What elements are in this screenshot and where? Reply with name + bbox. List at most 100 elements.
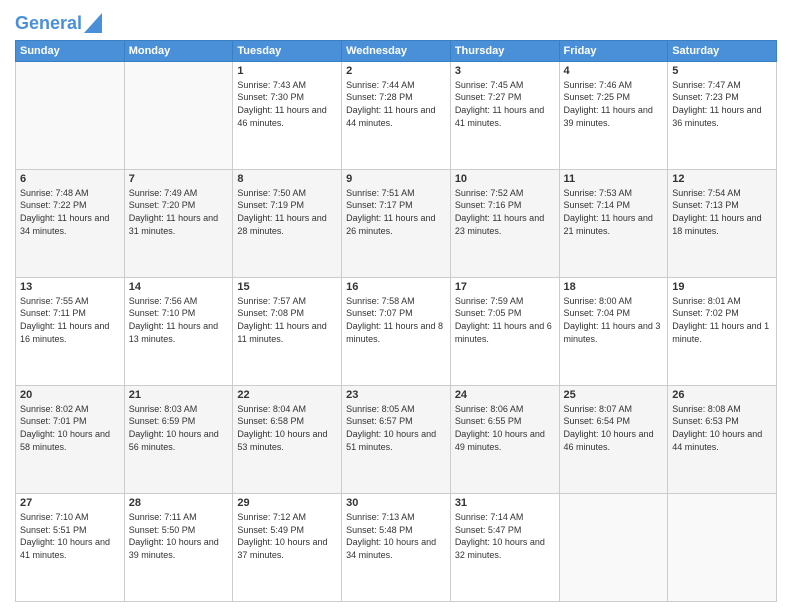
calendar-week-row: 27 Sunrise: 7:10 AMSunset: 5:51 PMDayligh… — [16, 493, 777, 601]
day-info: Sunrise: 7:45 AMSunset: 7:27 PMDaylight:… — [455, 79, 555, 129]
calendar-cell: 20Sunrise: 8:02 AMSunset: 7:01 PMDayligh… — [16, 385, 125, 493]
day-number: 11 — [564, 173, 664, 185]
day-number: 16 — [346, 281, 446, 293]
day-number: 5 — [672, 65, 772, 77]
day-number: 26 — [672, 389, 772, 401]
day-number: 22 — [237, 389, 337, 401]
day-info: Sunrise: 7:52 AMSunset: 7:16 PMDaylight:… — [455, 187, 555, 237]
calendar-cell: 2 Sunrise: 7:44 AMSunset: 7:28 PMDaylight… — [342, 61, 451, 169]
day-number: 28 — [129, 497, 229, 509]
calendar-cell — [16, 61, 125, 169]
day-of-week-header: Sunday — [16, 40, 125, 61]
day-number: 1 — [237, 65, 337, 77]
calendar-week-row: 13 Sunrise: 7:55 AMSunset: 7:11 PMDayligh… — [16, 277, 777, 385]
logo-triangle-icon — [84, 13, 102, 33]
day-info: Sunrise: 7:43 AMSunset: 7:30 PMDaylight:… — [237, 79, 337, 129]
calendar-cell: 5 Sunrise: 7:47 AMSunset: 7:23 PMDaylight… — [668, 61, 777, 169]
day-info: Sunrise: 8:08 AMSunset: 6:53 PMDaylight:… — [672, 403, 772, 453]
calendar-cell: 7Sunrise: 7:49 AMSunset: 7:20 PMDaylight… — [124, 169, 233, 277]
day-of-week-header: Thursday — [450, 40, 559, 61]
calendar-cell: 30 Sunrise: 7:13 AMSunset: 5:48 PMDayligh… — [342, 493, 451, 601]
day-number: 31 — [455, 497, 555, 509]
calendar-cell: 25Sunrise: 8:07 AMSunset: 6:54 PMDayligh… — [559, 385, 668, 493]
day-info: Sunrise: 7:11 AMSunset: 5:50 PMDaylight:… — [129, 511, 229, 561]
day-number: 10 — [455, 173, 555, 185]
day-number: 17 — [455, 281, 555, 293]
day-number: 13 — [20, 281, 120, 293]
day-number: 23 — [346, 389, 446, 401]
day-info: Sunrise: 7:56 AMSunset: 7:10 PMDaylight:… — [129, 295, 229, 345]
calendar-week-row: 20Sunrise: 8:02 AMSunset: 7:01 PMDayligh… — [16, 385, 777, 493]
calendar-cell: 6 Sunrise: 7:48 AMSunset: 7:22 PMDaylight… — [16, 169, 125, 277]
calendar-week-row: 6 Sunrise: 7:48 AMSunset: 7:22 PMDaylight… — [16, 169, 777, 277]
day-info: Sunrise: 7:57 AMSunset: 7:08 PMDaylight:… — [237, 295, 337, 345]
calendar-cell: 8 Sunrise: 7:50 AMSunset: 7:19 PMDaylight… — [233, 169, 342, 277]
calendar-cell: 28 Sunrise: 7:11 AMSunset: 5:50 PMDayligh… — [124, 493, 233, 601]
day-number: 2 — [346, 65, 446, 77]
calendar-cell: 31 Sunrise: 7:14 AMSunset: 5:47 PMDayligh… — [450, 493, 559, 601]
calendar-cell: 4Sunrise: 7:46 AMSunset: 7:25 PMDaylight… — [559, 61, 668, 169]
day-number: 21 — [129, 389, 229, 401]
calendar-cell: 24Sunrise: 8:06 AMSunset: 6:55 PMDayligh… — [450, 385, 559, 493]
day-info: Sunrise: 8:00 AMSunset: 7:04 PMDaylight:… — [564, 295, 664, 345]
calendar-cell: 3 Sunrise: 7:45 AMSunset: 7:27 PMDaylight… — [450, 61, 559, 169]
day-info: Sunrise: 8:04 AMSunset: 6:58 PMDaylight:… — [237, 403, 337, 453]
day-info: Sunrise: 7:44 AMSunset: 7:28 PMDaylight:… — [346, 79, 446, 129]
calendar-cell: 26 Sunrise: 8:08 AMSunset: 6:53 PMDayligh… — [668, 385, 777, 493]
day-info: Sunrise: 7:47 AMSunset: 7:23 PMDaylight:… — [672, 79, 772, 129]
day-number: 30 — [346, 497, 446, 509]
day-number: 20 — [20, 389, 120, 401]
calendar-cell: 27 Sunrise: 7:10 AMSunset: 5:51 PMDayligh… — [16, 493, 125, 601]
logo-text: General — [15, 14, 82, 34]
day-number: 9 — [346, 173, 446, 185]
day-info: Sunrise: 7:51 AMSunset: 7:17 PMDaylight:… — [346, 187, 446, 237]
calendar-cell: 16 Sunrise: 7:58 AMSunset: 7:07 PMDayligh… — [342, 277, 451, 385]
calendar-cell: 21Sunrise: 8:03 AMSunset: 6:59 PMDayligh… — [124, 385, 233, 493]
day-of-week-header: Wednesday — [342, 40, 451, 61]
calendar-cell: 12Sunrise: 7:54 AMSunset: 7:13 PMDayligh… — [668, 169, 777, 277]
calendar-cell: 10 Sunrise: 7:52 AMSunset: 7:16 PMDayligh… — [450, 169, 559, 277]
day-info: Sunrise: 7:55 AMSunset: 7:11 PMDaylight:… — [20, 295, 120, 345]
day-number: 8 — [237, 173, 337, 185]
calendar-table: SundayMondayTuesdayWednesdayThursdayFrid… — [15, 40, 777, 602]
day-info: Sunrise: 7:58 AMSunset: 7:07 PMDaylight:… — [346, 295, 446, 345]
logo: General — [15, 14, 102, 34]
day-number: 27 — [20, 497, 120, 509]
day-number: 19 — [672, 281, 772, 293]
calendar-cell: 22 Sunrise: 8:04 AMSunset: 6:58 PMDayligh… — [233, 385, 342, 493]
calendar-cell: 13 Sunrise: 7:55 AMSunset: 7:11 PMDayligh… — [16, 277, 125, 385]
calendar-cell: 23Sunrise: 8:05 AMSunset: 6:57 PMDayligh… — [342, 385, 451, 493]
day-of-week-header: Monday — [124, 40, 233, 61]
day-info: Sunrise: 7:48 AMSunset: 7:22 PMDaylight:… — [20, 187, 120, 237]
day-number: 7 — [129, 173, 229, 185]
day-of-week-header: Tuesday — [233, 40, 342, 61]
day-number: 25 — [564, 389, 664, 401]
calendar-cell: 9 Sunrise: 7:51 AMSunset: 7:17 PMDaylight… — [342, 169, 451, 277]
day-info: Sunrise: 7:13 AMSunset: 5:48 PMDaylight:… — [346, 511, 446, 561]
calendar-cell: 15 Sunrise: 7:57 AMSunset: 7:08 PMDayligh… — [233, 277, 342, 385]
calendar-cell: 18Sunrise: 8:00 AMSunset: 7:04 PMDayligh… — [559, 277, 668, 385]
calendar-header-row: SundayMondayTuesdayWednesdayThursdayFrid… — [16, 40, 777, 61]
day-number: 15 — [237, 281, 337, 293]
day-number: 3 — [455, 65, 555, 77]
calendar-cell — [668, 493, 777, 601]
calendar-cell: 1 Sunrise: 7:43 AMSunset: 7:30 PMDaylight… — [233, 61, 342, 169]
calendar-cell: 19 Sunrise: 8:01 AMSunset: 7:02 PMDayligh… — [668, 277, 777, 385]
day-info: Sunrise: 7:59 AMSunset: 7:05 PMDaylight:… — [455, 295, 555, 345]
day-of-week-header: Friday — [559, 40, 668, 61]
day-info: Sunrise: 8:01 AMSunset: 7:02 PMDaylight:… — [672, 295, 772, 345]
calendar-cell — [124, 61, 233, 169]
page: General SundayMondayTuesdayWednesdayThur… — [0, 0, 792, 612]
calendar-cell: 11Sunrise: 7:53 AMSunset: 7:14 PMDayligh… — [559, 169, 668, 277]
day-number: 29 — [237, 497, 337, 509]
day-of-week-header: Saturday — [668, 40, 777, 61]
day-info: Sunrise: 7:10 AMSunset: 5:51 PMDaylight:… — [20, 511, 120, 561]
calendar-cell: 29Sunrise: 7:12 AMSunset: 5:49 PMDayligh… — [233, 493, 342, 601]
day-info: Sunrise: 7:50 AMSunset: 7:19 PMDaylight:… — [237, 187, 337, 237]
day-info: Sunrise: 7:14 AMSunset: 5:47 PMDaylight:… — [455, 511, 555, 561]
day-number: 12 — [672, 173, 772, 185]
day-number: 14 — [129, 281, 229, 293]
day-number: 6 — [20, 173, 120, 185]
calendar-cell — [559, 493, 668, 601]
day-number: 4 — [564, 65, 664, 77]
